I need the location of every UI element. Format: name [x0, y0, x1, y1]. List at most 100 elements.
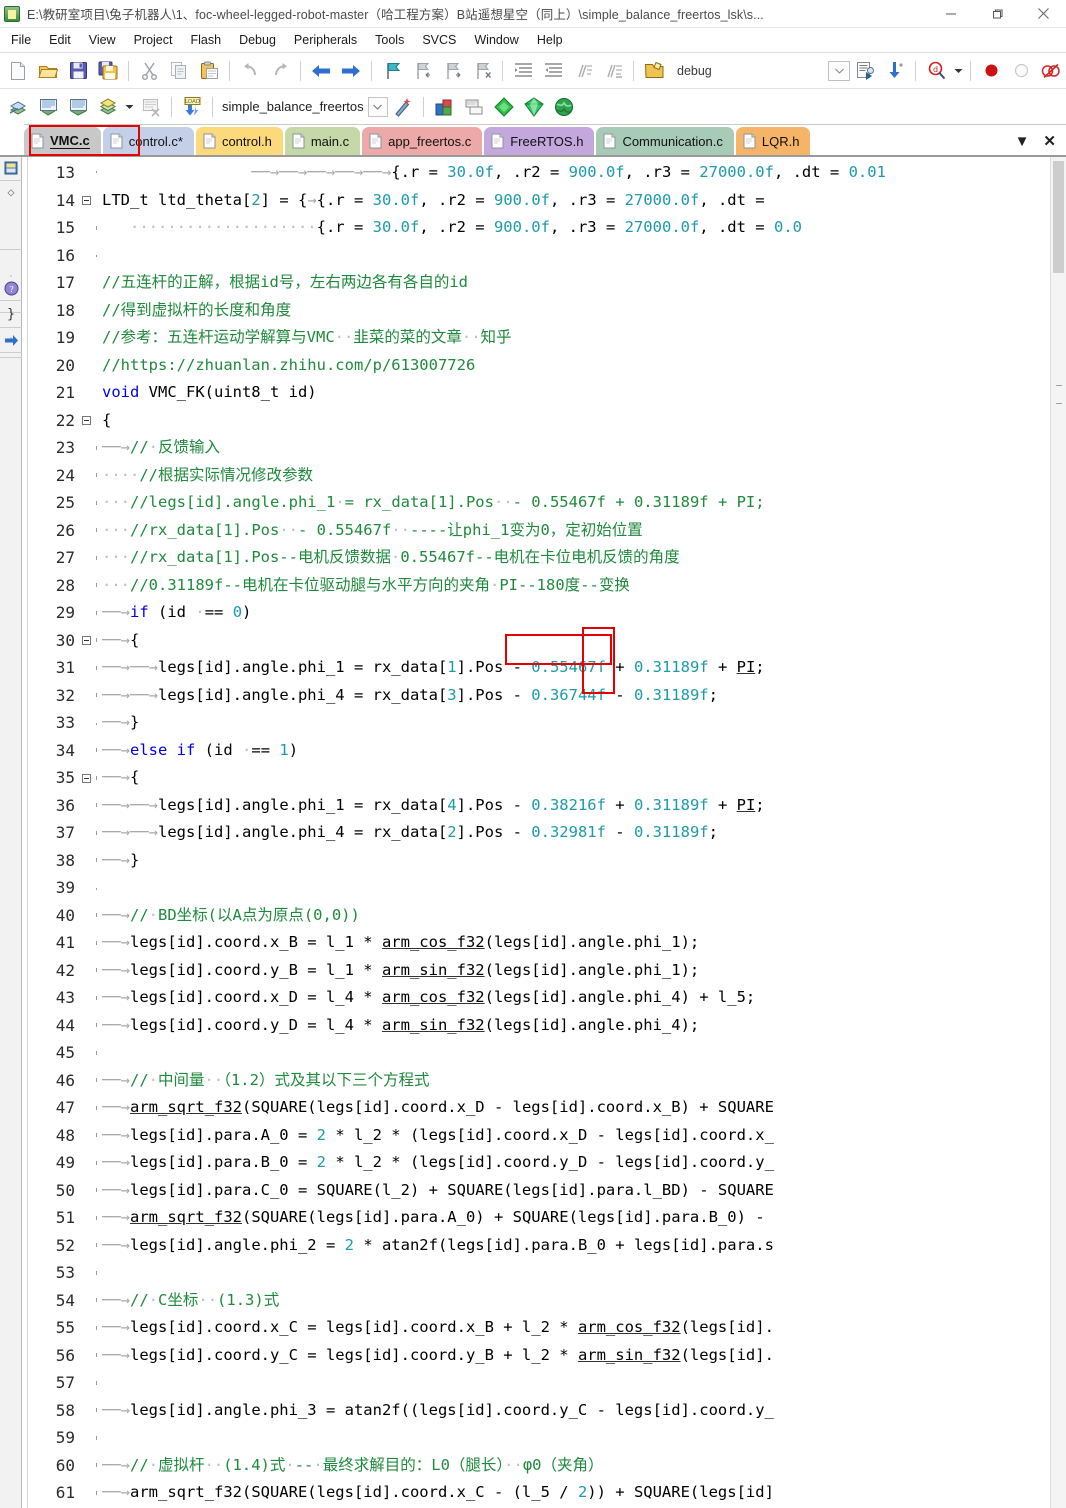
save-icon[interactable]: [63, 56, 93, 86]
debug-session-icon[interactable]: [880, 56, 910, 86]
minimize-button[interactable]: [928, 0, 974, 28]
code-line[interactable]: 28 ···//0.31189f--电机在卡位驱动腿与水平方向的夹角·PI--18…: [28, 572, 1050, 600]
books-window-icon[interactable]: [489, 92, 519, 122]
code-line[interactable]: 38 ──→}: [28, 847, 1050, 875]
code-line[interactable]: 47 ──→arm_sqrt_f32(SQUARE(legs[id].coord.…: [28, 1094, 1050, 1122]
code-line[interactable]: 26 ···//rx_data[1].Pos··- 0.55467f··----让…: [28, 517, 1050, 545]
code-line[interactable]: 61 ──→arm_sqrt_f32(SQUARE(legs[id].coord.…: [28, 1479, 1050, 1507]
tab-freertos-h[interactable]: FreeRTOS.h: [484, 127, 595, 155]
fold-toggle-icon[interactable]: [80, 407, 93, 435]
menu-window[interactable]: Window: [465, 30, 527, 50]
menu-peripherals[interactable]: Peripherals: [285, 30, 366, 50]
code-line[interactable]: 51 ──→arm_sqrt_f32(SQUARE(legs[id].para.A…: [28, 1204, 1050, 1232]
menu-help[interactable]: Help: [528, 30, 572, 50]
navigate-forward-icon[interactable]: [336, 56, 366, 86]
code-line[interactable]: 23 ──→//·反馈输入: [28, 434, 1050, 462]
code-line[interactable]: 33 ──→}: [28, 709, 1050, 737]
batch-build-dropdown-icon[interactable]: [123, 92, 136, 122]
target-options-icon[interactable]: [639, 56, 669, 86]
code-line[interactable]: 52 ──→legs[id].angle.phi_2 = 2 * atan2f(l…: [28, 1232, 1050, 1260]
code-line[interactable]: 56 ──→legs[id].coord.y_C = legs[id].coord…: [28, 1342, 1050, 1370]
redo-icon[interactable]: [265, 56, 295, 86]
cut-icon[interactable]: [134, 56, 164, 86]
code-line[interactable]: 44 ──→legs[id].coord.y_D = l_4 * arm_sin_…: [28, 1012, 1050, 1040]
functions-window-icon[interactable]: [519, 92, 549, 122]
project-window-icon[interactable]: [2, 159, 20, 177]
paste-icon[interactable]: [194, 56, 224, 86]
menu-tools[interactable]: Tools: [366, 30, 413, 50]
code-line[interactable]: 29 ──→if (id ·== 0): [28, 599, 1050, 627]
chevron-down-icon[interactable]: [367, 96, 388, 117]
code-line[interactable]: 18 //得到虚拟杆的长度和角度: [28, 297, 1050, 325]
code-line[interactable]: 59: [28, 1424, 1050, 1452]
target-options-wizard-icon[interactable]: [388, 92, 418, 122]
menu-edit[interactable]: Edit: [40, 30, 80, 50]
record-stop-icon[interactable]: [976, 56, 1006, 86]
vertical-scrollbar-thumb[interactable]: [1053, 161, 1064, 273]
code-line[interactable]: 54 ──→//·C坐标··(1.3)式: [28, 1287, 1050, 1315]
bookmark-next-icon[interactable]: [437, 56, 467, 86]
tab-control-h[interactable]: control.h: [195, 127, 283, 155]
code-line[interactable]: 53: [28, 1259, 1050, 1287]
tab-app-freertos-c[interactable]: app_freertos.c: [362, 127, 483, 155]
tab-main-c[interactable]: main.c: [284, 127, 361, 155]
code-line[interactable]: 60 ──→//·虚拟杆··(1.4)式·--·最终求解目的：L0（腿长）··φ0…: [28, 1452, 1050, 1480]
open-file-icon[interactable]: [33, 56, 63, 86]
code-line[interactable]: 21 void VMC_FK(uint8_t id): [28, 379, 1050, 407]
go-to-definition-icon[interactable]: [2, 331, 20, 349]
indent-left-icon[interactable]: [538, 56, 568, 86]
find-in-files-icon[interactable]: d: [921, 56, 951, 86]
maximize-button[interactable]: [974, 0, 1020, 28]
save-all-icon[interactable]: [93, 56, 123, 86]
code-line[interactable]: 36 ──→──→legs[id].angle.phi_1 = rx_data[4…: [28, 792, 1050, 820]
menu-svcs[interactable]: SVCS: [413, 30, 465, 50]
stop-build-icon[interactable]: [136, 92, 166, 122]
tab-control-c-[interactable]: control.c*: [102, 127, 194, 155]
code-line[interactable]: 49 ──→legs[id].para.B_0 = 2 * l_2 * (legs…: [28, 1149, 1050, 1177]
undo-icon[interactable]: [235, 56, 265, 86]
manage-components-icon[interactable]: [850, 56, 880, 86]
templates-window-icon[interactable]: ?: [2, 279, 20, 297]
rebuild-all-icon[interactable]: [63, 92, 93, 122]
code-line[interactable]: 48 ──→legs[id].para.A_0 = 2 * l_2 * (legs…: [28, 1122, 1050, 1150]
code-line[interactable]: 41 ──→legs[id].coord.x_B = l_1 * arm_cos_…: [28, 929, 1050, 957]
code-line[interactable]: 57: [28, 1369, 1050, 1397]
code-line[interactable]: 30 ──→{: [28, 627, 1050, 655]
code-line[interactable]: 50 ──→legs[id].para.C_0 = SQUARE(l_2) + S…: [28, 1177, 1050, 1205]
code-line[interactable]: 16: [28, 242, 1050, 270]
navigate-back-icon[interactable]: [306, 56, 336, 86]
kill-all-breakpoints-icon[interactable]: [1036, 56, 1066, 86]
build-target-icon[interactable]: [33, 92, 63, 122]
code-line[interactable]: 19 //参考：五连杆运动学解算与VMC··韭菜的菜的文章··知乎: [28, 324, 1050, 352]
templates-window-icon[interactable]: [549, 92, 579, 122]
functions-window-icon[interactable]: }: [2, 305, 20, 323]
code-line[interactable]: 32 ──→──→legs[id].angle.phi_4 = rx_data[3…: [28, 682, 1050, 710]
code-line[interactable]: 58 ──→legs[id].angle.phi_3 = atan2f((legs…: [28, 1397, 1050, 1425]
code-line[interactable]: 24 ····//根据实际情况修改参数: [28, 462, 1050, 490]
code-line[interactable]: 31 ──→──→legs[id].angle.phi_1 = rx_data[1…: [28, 654, 1050, 682]
uncomment-lines-icon[interactable]: [598, 56, 628, 86]
close-button[interactable]: [1020, 0, 1066, 28]
tab-communication-c[interactable]: Communication.c: [596, 127, 734, 155]
code-line[interactable]: 43 ──→legs[id].coord.x_D = l_4 * arm_cos_…: [28, 984, 1050, 1012]
new-file-icon[interactable]: [3, 56, 33, 86]
vertical-scrollbar[interactable]: [1050, 157, 1066, 1508]
code-line[interactable]: 42 ──→legs[id].coord.y_B = l_1 * arm_sin_…: [28, 957, 1050, 985]
code-line[interactable]: 37 ──→──→legs[id].angle.phi_4 = rx_data[2…: [28, 819, 1050, 847]
code-line[interactable]: 39: [28, 874, 1050, 902]
code-line[interactable]: 35 ──→{: [28, 764, 1050, 792]
code-line[interactable]: 17 //五连杆的正解，根据id号，左右两边各有各自的id: [28, 269, 1050, 297]
project-target-combo[interactable]: simple_balance_freertos: [222, 96, 388, 117]
fold-toggle-icon[interactable]: [80, 627, 93, 655]
find-dropdown-arrow-icon[interactable]: [951, 56, 965, 86]
empty-combo-dropdown[interactable]: [828, 60, 850, 81]
bookmark-toggle-icon[interactable]: [377, 56, 407, 86]
code-line[interactable]: 15 ····················{.r = 30.0f, .r2 …: [28, 214, 1050, 242]
menu-project[interactable]: Project: [125, 30, 182, 50]
code-line[interactable]: 27 ···//rx_data[1].Pos--电机反馈数据·0.55467f--…: [28, 544, 1050, 572]
menu-file[interactable]: File: [2, 30, 40, 50]
tab-vmc-c[interactable]: VMC.c: [24, 127, 101, 155]
fold-toggle-icon[interactable]: [80, 764, 93, 792]
multi-project-window-icon[interactable]: [459, 92, 489, 122]
tab-lqr-h[interactable]: LQR.h: [735, 127, 811, 155]
